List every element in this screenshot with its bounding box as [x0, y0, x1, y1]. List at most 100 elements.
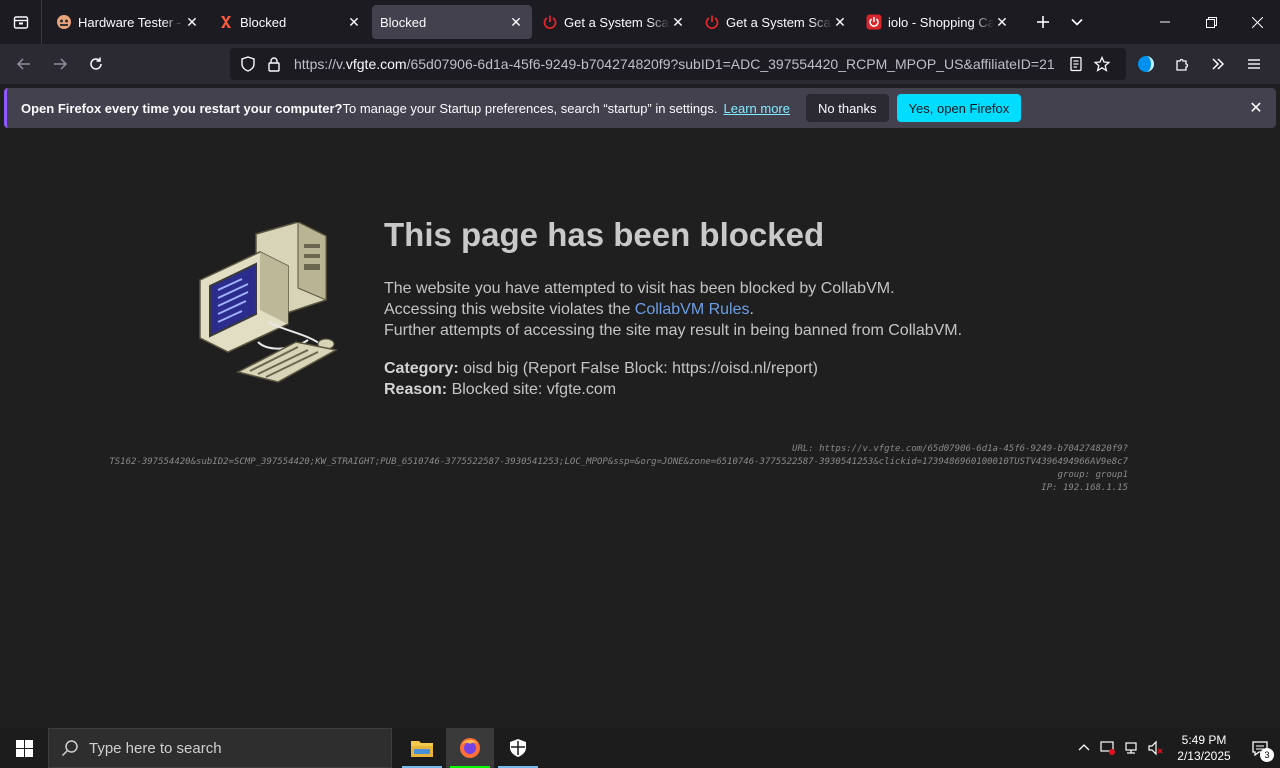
back-button[interactable] [6, 48, 42, 80]
tracking-protection-shield-icon[interactable] [238, 54, 258, 74]
debug-ip: IP: 192.168.1.15 [1041, 483, 1128, 493]
minimize-button[interactable] [1142, 0, 1188, 44]
ghost-icon [56, 14, 72, 30]
retro-computer-image [199, 222, 338, 383]
search-icon [61, 739, 79, 757]
taskbar-search-input[interactable]: Type here to search [48, 728, 392, 768]
firefox-view-icon [13, 16, 28, 29]
learn-more-link[interactable]: Learn more [724, 101, 790, 116]
arrow-left-icon [16, 58, 30, 70]
close-window-button[interactable] [1234, 0, 1280, 44]
folder-icon [411, 741, 433, 757]
close-icon[interactable]: ✕ [832, 14, 848, 30]
volume-muted-icon [1148, 740, 1163, 756]
close-icon [1251, 16, 1263, 28]
tab-blocked-active[interactable]: Blocked ✕ [372, 5, 532, 39]
tab-title: Blocked [240, 14, 287, 30]
show-hidden-icons-button[interactable] [1072, 728, 1096, 768]
network-button[interactable] [1120, 728, 1144, 768]
clock-date: 2/13/2025 [1177, 749, 1231, 763]
firefox-view-button[interactable] [0, 0, 42, 44]
close-icon[interactable]: ✕ [184, 14, 200, 30]
category-value: oisd big (Report False Block: https://oi… [458, 360, 818, 377]
restore-icon [1205, 16, 1217, 28]
windows-taskbar: Type here to search 5:49 PM 2/13/2025 3 [0, 728, 1280, 768]
taskbar-file-explorer[interactable] [398, 728, 446, 768]
close-icon[interactable]: ✕ [994, 14, 1010, 30]
app-menu-button[interactable] [1236, 48, 1272, 80]
line2-suffix: . [749, 301, 754, 318]
tab-system-scan-2[interactable]: Get a System Scan T ✕ [696, 5, 856, 39]
debug-query-line: TS162-397554420&subID2=SCMP_397554420;KW… [0, 456, 1128, 469]
list-all-tabs-button[interactable] [1060, 5, 1094, 39]
more-tools-button[interactable] [1200, 48, 1236, 80]
tab-iolo-shopping[interactable]: iolo - Shopping Car ✕ [858, 5, 1018, 39]
url-text[interactable]: https://v.vfgte.com/65d07906-6d1a-45f6-9… [294, 56, 1066, 72]
forward-button[interactable] [42, 48, 78, 80]
blocked-message: The website you have attempted to visit … [384, 278, 962, 341]
search-placeholder: Type here to search [89, 739, 222, 757]
chevron-up-icon [1078, 744, 1090, 751]
restore-button[interactable] [1188, 0, 1234, 44]
tab-hardware-tester[interactable]: Hardware Tester - C ✕ [48, 5, 208, 39]
tab-title: iolo - Shopping Car [888, 14, 994, 30]
volume-button[interactable] [1144, 728, 1168, 768]
power-icon [704, 14, 720, 30]
url-host: vfgte.com [345, 56, 407, 72]
arrow-right-icon [54, 58, 68, 70]
blocked-page: This page has been blocked The website y… [0, 132, 1280, 728]
category-label: Category: [384, 360, 459, 377]
close-icon[interactable]: ✕ [346, 14, 362, 30]
puzzle-icon [1176, 58, 1189, 71]
notification-message: To manage your Startup preferences, sear… [342, 100, 718, 116]
debug-group: group: group1 [1057, 470, 1128, 480]
startup-notification-bar: Open Firefox every time you restart your… [4, 88, 1276, 128]
notification-count-badge: 3 [1260, 748, 1274, 762]
chevron-down-icon [1071, 18, 1083, 26]
minimize-icon [1160, 21, 1170, 23]
hamburger-menu-icon [1248, 59, 1260, 69]
taskbar-clock[interactable]: 5:49 PM 2/13/2025 [1168, 732, 1240, 764]
tab-title: Blocked [380, 14, 427, 30]
notification-title: Open Firefox every time you restart your… [21, 100, 343, 116]
message-line-2: Accessing this website violates the Coll… [384, 299, 962, 320]
window-controls [1142, 0, 1280, 44]
reader-view-icon[interactable] [1066, 54, 1086, 74]
url-bar[interactable]: https://v.vfgte.com/65d07906-6d1a-45f6-9… [230, 48, 1126, 80]
tray-app-icon[interactable] [1096, 728, 1120, 768]
taskbar-firefox[interactable] [446, 728, 494, 768]
debug-url: URL: https://v.vfgte.com/65d07906-6d1a-4… [792, 444, 1128, 454]
tab-strip: Hardware Tester - C ✕ Blocked ✕ Blocked … [0, 0, 1280, 44]
tab-title: Get a System Scan T [726, 14, 832, 30]
close-icon[interactable]: ✕ [1246, 98, 1266, 118]
tab-blocked-1[interactable]: Blocked ✕ [210, 5, 370, 39]
yes-open-firefox-button[interactable]: Yes, open Firefox [896, 94, 1022, 122]
no-thanks-button[interactable]: No thanks [806, 94, 889, 122]
tab-list: Hardware Tester - C ✕ Blocked ✕ Blocked … [42, 0, 1094, 44]
account-button[interactable] [1128, 48, 1164, 80]
new-tab-button[interactable] [1026, 5, 1060, 39]
reason-value: Blocked site: vfgte.com [447, 381, 617, 398]
navigation-toolbar: https://v.vfgte.com/65d07906-6d1a-45f6-9… [0, 44, 1280, 84]
start-button[interactable] [0, 728, 48, 768]
message-line-3: Further attempts of accessing the site m… [384, 322, 963, 339]
bookmark-star-icon[interactable] [1092, 54, 1112, 74]
tab-title: Hardware Tester - C [78, 14, 184, 30]
iolo-icon [866, 14, 882, 30]
close-icon[interactable]: ✕ [670, 14, 686, 30]
collabvm-rules-link[interactable]: CollabVM Rules [635, 301, 750, 318]
lock-icon[interactable] [264, 54, 284, 74]
taskbar-windows-security[interactable] [494, 728, 542, 768]
plus-icon [1037, 16, 1049, 28]
system-tray: 5:49 PM 2/13/2025 3 [1072, 728, 1280, 768]
extensions-button[interactable] [1164, 48, 1200, 80]
tab-title: Get a System Scan T [564, 14, 670, 30]
windows-logo-icon [15, 739, 33, 757]
category-row: Category: oisd big (Report False Block: … [384, 358, 818, 379]
clock-time: 5:49 PM [1181, 733, 1227, 747]
reload-button[interactable] [78, 48, 114, 80]
tab-system-scan-1[interactable]: Get a System Scan T ✕ [534, 5, 694, 39]
close-icon[interactable]: ✕ [508, 14, 524, 30]
action-center-button[interactable]: 3 [1240, 728, 1280, 768]
shield-icon [510, 739, 526, 757]
